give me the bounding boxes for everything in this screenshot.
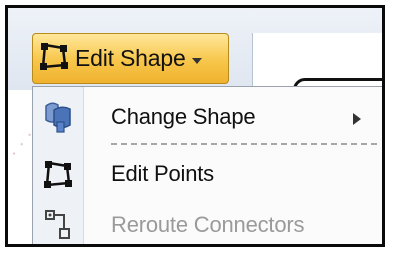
dropdown-arrow-icon <box>191 51 202 69</box>
edit-points-icon <box>33 159 83 189</box>
submenu-arrow-icon <box>353 112 361 130</box>
screenshot-frame: ···· ·· ·· · · · · Edit Shape <box>5 5 385 247</box>
reroute-connectors-icon <box>33 209 83 241</box>
change-shape-icon <box>33 100 83 134</box>
menu-item-label: Edit Points <box>111 161 214 186</box>
menu-item-reroute-connectors[interactable]: Reroute Connectors <box>33 200 382 244</box>
edit-shape-label: Edit Shape <box>75 45 186 71</box>
menu-item-label: Change Shape <box>111 104 256 129</box>
menu-item-edit-points[interactable]: Edit Points <box>33 149 382 199</box>
edit-points-icon <box>39 41 69 76</box>
menu-item-change-shape[interactable]: Change Shape <box>33 92 382 142</box>
menu-item-label: Reroute Connectors <box>111 212 305 237</box>
menu-separator <box>111 143 377 145</box>
edit-shape-menu: Change Shape Edit Points Reroute Connect… <box>32 86 382 244</box>
edit-shape-button[interactable]: Edit Shape <box>32 33 229 84</box>
